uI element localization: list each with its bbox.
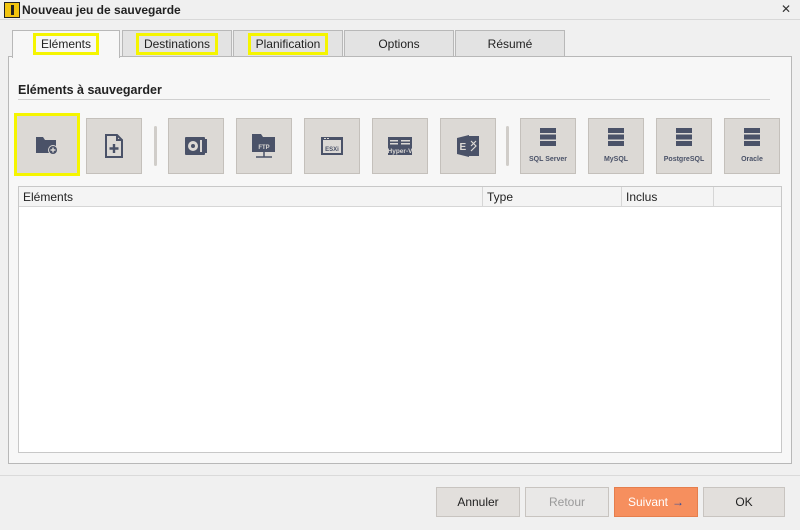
back-button[interactable]: Retour	[525, 487, 609, 517]
window-title: Nouveau jeu de sauvegarde	[22, 3, 181, 17]
exchange-icon: E	[457, 135, 479, 157]
section-title: Eléments à sauvegarder	[18, 83, 162, 97]
tab-planification[interactable]: Planification	[233, 30, 343, 57]
column-header-type[interactable]: Type	[483, 187, 622, 207]
file-add-icon	[105, 134, 123, 158]
tab-resume[interactable]: Résumé	[455, 30, 565, 57]
mysql-label: MySQL	[603, 156, 629, 163]
tab-elements[interactable]: Eléments	[12, 30, 120, 58]
tab-label: Eléments	[32, 33, 100, 55]
sql-server-button[interactable]: SQL Server	[520, 118, 576, 174]
database-icon	[676, 128, 692, 146]
toolbar-separator	[154, 126, 157, 166]
ok-button[interactable]: OK	[703, 487, 785, 517]
esxi-button[interactable]: ESXi	[304, 118, 360, 174]
tab-label: Planification	[247, 33, 329, 55]
esxi-icon	[321, 137, 343, 155]
postgresql-label: PostgreSQL	[663, 156, 705, 163]
tab-label: Destinations	[135, 33, 219, 55]
sql-server-label: SQL Server	[528, 156, 567, 163]
database-icon	[608, 128, 624, 146]
postgresql-button[interactable]: PostgreSQL	[656, 118, 712, 174]
column-header-elements[interactable]: Eléments	[19, 187, 483, 207]
esxi-label: ESXi	[325, 147, 339, 153]
disk-image-button[interactable]	[168, 118, 224, 174]
next-label: Suivant	[627, 495, 669, 509]
arrow-right-icon: →	[672, 495, 685, 509]
hyper-v-label: Hyper-V	[387, 148, 413, 155]
exchange-button[interactable]: E	[440, 118, 496, 174]
oracle-label: Oracle	[741, 156, 763, 163]
database-icon	[744, 128, 760, 146]
toolbar-separator	[506, 126, 509, 166]
app-logo-icon	[4, 2, 20, 18]
title-bar: Nouveau jeu de sauvegarde ✕	[0, 0, 800, 20]
section-divider	[18, 99, 770, 100]
tab-destinations[interactable]: Destinations	[122, 30, 232, 57]
add-folder-button[interactable]	[14, 113, 80, 176]
list-header: Eléments Type Inclus	[19, 187, 781, 207]
next-button[interactable]: Suivant →	[614, 487, 698, 517]
hyper-v-button[interactable]: Hyper-V	[372, 118, 428, 174]
database-icon	[540, 128, 556, 146]
svg-text:E: E	[460, 142, 467, 153]
disk-image-icon	[185, 137, 207, 155]
items-list[interactable]: Eléments Type Inclus	[18, 186, 782, 453]
footer-divider	[0, 475, 800, 476]
add-file-button[interactable]	[86, 118, 142, 174]
ftp-button[interactable]: FTP	[236, 118, 292, 174]
cancel-button[interactable]: Annuler	[436, 487, 520, 517]
mysql-button[interactable]: MySQL	[588, 118, 644, 174]
close-button[interactable]: ✕	[778, 1, 794, 17]
column-header-inclus[interactable]: Inclus	[622, 187, 714, 207]
oracle-button[interactable]: Oracle	[724, 118, 780, 174]
tab-options[interactable]: Options	[344, 30, 454, 57]
ftp-label: FTP	[258, 145, 270, 151]
folder-add-icon	[36, 136, 58, 155]
